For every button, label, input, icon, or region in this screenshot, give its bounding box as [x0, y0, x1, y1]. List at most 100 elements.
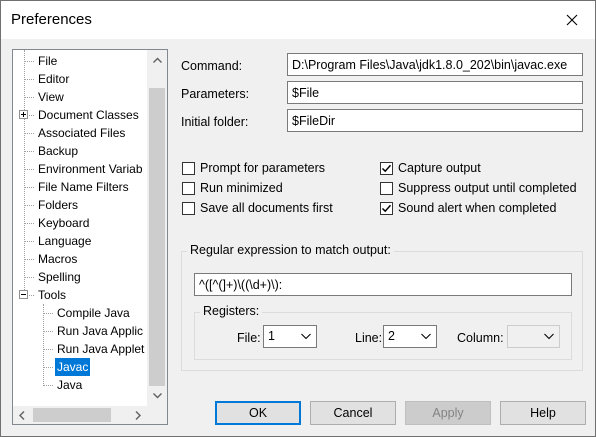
checkbox-box [182, 181, 195, 195]
save-all-documents-checkbox[interactable]: Save all documents first [182, 200, 333, 216]
tree-item[interactable]: Java [55, 376, 84, 394]
close-icon [566, 14, 578, 26]
tree-connector [24, 79, 34, 80]
tree-connector [24, 151, 34, 152]
tree-item[interactable]: Backup [36, 142, 80, 160]
scroll-left-button[interactable] [13, 406, 31, 424]
regex-group-title: Regular expression to match output: [187, 243, 394, 257]
initial-folder-input[interactable] [287, 109, 583, 132]
tree-item[interactable]: Editor [36, 70, 71, 88]
checkmark-icon [381, 204, 392, 212]
tree-item[interactable]: Run Java Applet [55, 340, 146, 358]
file-register-label: File: [237, 331, 261, 345]
title-bar: Preferences [1, 1, 595, 39]
tree-connector [24, 277, 34, 278]
checkbox-label: Run minimized [200, 181, 283, 195]
tree-item[interactable]: Environment Variab [36, 160, 145, 178]
regex-input[interactable] [194, 273, 572, 296]
chevron-down-icon [544, 333, 554, 340]
tree-connector [24, 223, 34, 224]
tree-item[interactable]: Run Java Applic [55, 322, 145, 340]
tree-connector [43, 385, 53, 386]
scroll-down-button[interactable] [147, 386, 167, 406]
checkbox-label: Prompt for parameters [200, 161, 326, 175]
expand-icon[interactable] [19, 110, 28, 119]
chevron-up-icon [152, 57, 162, 63]
checkbox-box [380, 181, 393, 195]
tree-connector [43, 331, 53, 332]
chevron-down-icon [152, 393, 162, 399]
tree-item[interactable]: File Name Filters [36, 178, 131, 196]
checkbox-box [182, 201, 195, 215]
checkbox-box [380, 161, 393, 175]
tree-connector [24, 241, 34, 242]
checkbox-label: Suppress output until completed [398, 181, 577, 195]
parameters-label: Parameters: [181, 87, 250, 101]
column-register-select[interactable] [507, 325, 560, 348]
tree-connector [24, 97, 34, 98]
chevron-down-icon [301, 333, 311, 340]
checkbox-box [380, 201, 393, 215]
scroll-up-button[interactable] [147, 50, 167, 70]
ok-button[interactable]: OK [215, 401, 301, 425]
tree-connector [43, 304, 44, 386]
sound-alert-checkbox[interactable]: Sound alert when completed [380, 200, 556, 216]
chevron-down-icon [421, 333, 431, 340]
suppress-output-checkbox[interactable]: Suppress output until completed [380, 180, 577, 196]
tree-item[interactable]: Language [36, 232, 93, 250]
tree-item[interactable]: View [36, 88, 66, 106]
checkbox-box [182, 161, 195, 175]
scroll-corner [147, 406, 167, 424]
tree-connector [43, 349, 53, 350]
cancel-button[interactable]: Cancel [310, 401, 396, 425]
command-label: Command: [181, 59, 243, 73]
apply-button[interactable]: Apply [405, 401, 491, 425]
tree-item[interactable]: Javac [55, 358, 91, 376]
window-title: Preferences [11, 11, 92, 28]
tree-connector [43, 367, 53, 368]
tree-item[interactable]: Tools [36, 286, 68, 304]
chevron-left-icon [19, 410, 25, 420]
tree-item[interactable]: Spelling [36, 268, 83, 286]
preferences-dialog: Preferences File Editor View Document Class… [0, 0, 596, 437]
file-register-select[interactable]: 1 [263, 325, 317, 348]
checkbox-label: Sound alert when completed [398, 201, 557, 215]
line-register-value: 2 [388, 329, 395, 343]
command-input[interactable] [287, 53, 583, 76]
tree-item[interactable]: Document Classes [36, 106, 141, 124]
checkbox-label: Capture output [398, 161, 481, 175]
tree-item[interactable]: Macros [36, 250, 79, 268]
line-register-label: Line: [355, 331, 383, 345]
tree-item[interactable]: Keyboard [36, 214, 91, 232]
line-register-select[interactable]: 2 [383, 325, 437, 348]
tree-vertical-scrollbar[interactable] [147, 50, 167, 406]
chevron-right-icon [135, 410, 141, 420]
run-minimized-checkbox[interactable]: Run minimized [182, 180, 283, 196]
tree-item[interactable]: File [36, 52, 59, 70]
tree-connector [24, 61, 34, 62]
category-tree[interactable]: File Editor View Document Classes Associated… [12, 49, 168, 425]
tree-horizontal-scrollbar[interactable] [13, 406, 147, 424]
tree-connector [24, 187, 34, 188]
tree-connector [24, 205, 34, 206]
tree-connector [43, 313, 53, 314]
scroll-thumb[interactable] [149, 88, 165, 386]
tree-item[interactable]: Associated Files [36, 124, 127, 142]
capture-output-checkbox[interactable]: Capture output [380, 160, 481, 176]
close-button[interactable] [549, 1, 595, 39]
tree-item[interactable]: Folders [36, 196, 80, 214]
scroll-right-button[interactable] [129, 406, 147, 424]
column-register-label: Column: [457, 331, 504, 345]
tree-connector [24, 169, 34, 170]
prompt-for-parameters-checkbox[interactable]: Prompt for parameters [182, 160, 325, 176]
tree-connector [24, 133, 34, 134]
tree-item[interactable]: Compile Java [55, 304, 132, 322]
parameters-input[interactable] [287, 81, 583, 104]
tree-content: File Editor View Document Classes Associated… [13, 50, 147, 406]
collapse-icon[interactable] [19, 290, 28, 299]
checkbox-label: Save all documents first [200, 201, 333, 215]
hscroll-thumb[interactable] [33, 408, 111, 422]
help-button[interactable]: Help [500, 401, 586, 425]
registers-group-title: Registers: [200, 304, 263, 318]
checkmark-icon [381, 164, 392, 172]
